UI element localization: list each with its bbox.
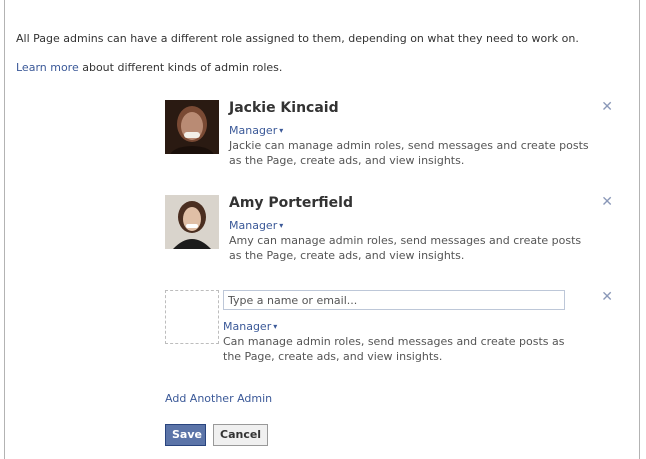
chevron-down-icon: ▾	[273, 322, 278, 331]
cancel-button[interactable]: Cancel	[213, 424, 268, 446]
role-label: Manager	[229, 124, 278, 137]
remove-icon[interactable]: ✕	[601, 290, 613, 304]
learn-more-link[interactable]: Learn more	[16, 61, 79, 74]
add-another-admin-link[interactable]: Add Another Admin	[165, 392, 272, 405]
save-button[interactable]: Save	[165, 424, 206, 446]
role-label: Manager	[223, 320, 272, 333]
admin-row: Amy Porterfield Manager ▾ Amy can manage …	[165, 195, 615, 262]
role-dropdown[interactable]: Manager ▾	[223, 320, 277, 333]
admin-row: Jackie Kincaid Manager ▾ Jackie can manag…	[165, 100, 615, 167]
avatar	[165, 195, 219, 249]
avatar	[165, 100, 219, 154]
chevron-down-icon: ▾	[279, 126, 284, 135]
role-label: Manager	[229, 219, 278, 232]
chevron-down-icon: ▾	[279, 221, 284, 230]
admin-name: Jackie Kincaid	[229, 100, 339, 116]
admin-name-input[interactable]	[223, 290, 565, 310]
intro-rest-text: about different kinds of admin roles.	[78, 61, 283, 74]
role-description: Jackie can manage admin roles, send mess…	[229, 139, 589, 167]
role-description: Can manage admin roles, send messages an…	[223, 335, 565, 363]
intro-text: All Page admins can have a different rol…	[16, 32, 579, 45]
intro-learn-more-line: Learn more about different kinds of admi…	[16, 61, 282, 74]
avatar-placeholder	[165, 290, 219, 344]
remove-icon[interactable]: ✕	[601, 100, 613, 114]
role-description: Amy can manage admin roles, send message…	[229, 234, 582, 262]
remove-icon[interactable]: ✕	[601, 195, 613, 209]
new-admin-row: Manager▾ Can manage admin roles, send me…	[165, 290, 615, 363]
role-dropdown[interactable]: Manager ▾	[229, 124, 283, 137]
role-dropdown[interactable]: Manager ▾	[229, 219, 283, 232]
admin-name: Amy Porterfield	[229, 195, 353, 211]
